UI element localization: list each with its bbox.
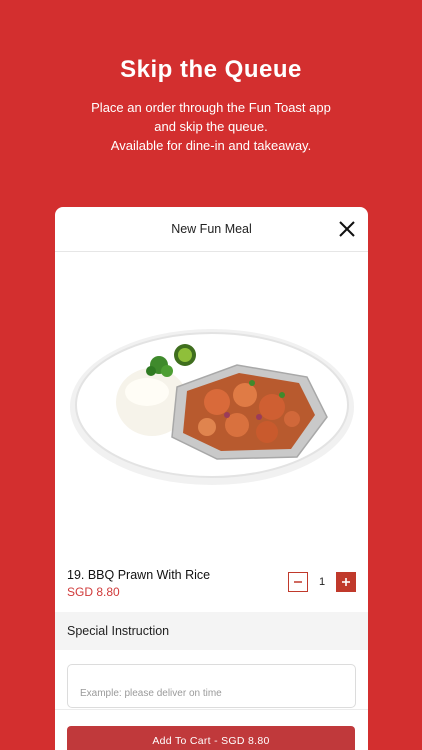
decrease-quantity-button[interactable]	[288, 572, 308, 592]
quantity-value: 1	[318, 576, 326, 588]
promo-line: Available for dine-in and takeaway.	[110, 138, 312, 153]
food-illustration	[69, 329, 354, 485]
special-instruction-section	[55, 650, 368, 708]
promo-line: and skip the queue.	[154, 119, 268, 134]
quantity-stepper: 1	[288, 572, 356, 592]
item-row: 19. BBQ Prawn With Rice SGD 8.80 1	[55, 552, 368, 612]
food-image	[55, 252, 368, 552]
close-icon	[339, 221, 355, 237]
promo-line: Place an order through the Fun Toast app	[91, 100, 331, 115]
item-modal: New Fun Meal 19. BBQ Prawn With Rice SGD…	[55, 207, 368, 750]
special-instruction-input[interactable]	[67, 664, 356, 708]
promo-headline: Skip the Queue	[120, 56, 302, 83]
promo-subtext: Place an order through the Fun Toast app…	[0, 98, 422, 155]
modal-title: New Fun Meal	[171, 222, 252, 236]
special-instruction-heading: Special Instruction	[55, 612, 368, 650]
increase-quantity-button[interactable]	[336, 572, 356, 592]
minus-icon	[294, 581, 302, 583]
close-button[interactable]	[338, 220, 356, 238]
modal-footer: Add To Cart - SGD 8.80	[55, 709, 368, 750]
modal-header: New Fun Meal	[55, 207, 368, 252]
add-to-cart-button[interactable]: Add To Cart - SGD 8.80	[67, 726, 355, 750]
plus-icon	[342, 578, 350, 586]
